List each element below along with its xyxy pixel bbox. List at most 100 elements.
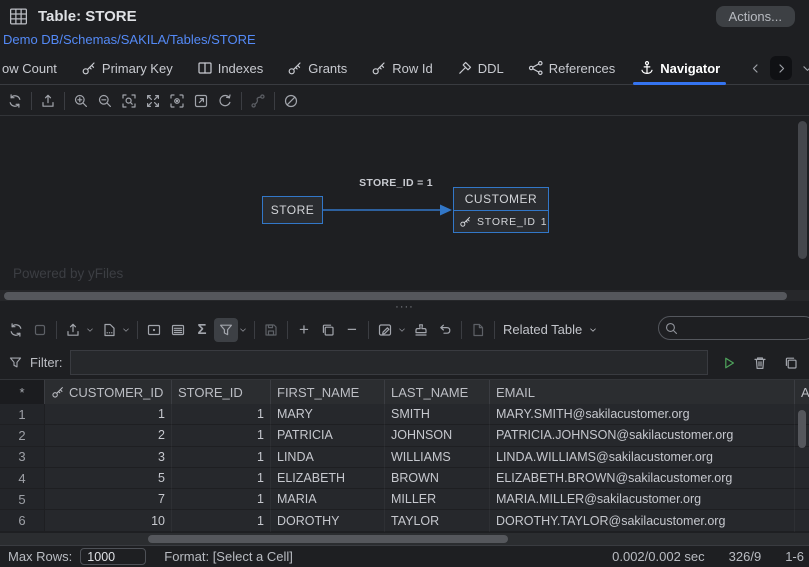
tab-primary-key[interactable]: Primary Key: [81, 52, 173, 84]
cell-first-name[interactable]: MARY: [271, 404, 385, 426]
tab-indexes[interactable]: Indexes: [197, 52, 263, 84]
cell-overflow[interactable]: [795, 510, 809, 532]
table-row[interactable]: 1 1 1 MARY SMITH MARY.SMITH@sakilacustom…: [0, 404, 809, 426]
actions-button[interactable]: Actions...: [715, 6, 795, 27]
table-row[interactable]: 4 5 1 ELIZABETH BROWN ELIZABETH.BROWN@sa…: [0, 467, 809, 490]
original-size-button[interactable]: [165, 89, 189, 113]
data-formats-button[interactable]: [97, 318, 121, 342]
table-row[interactable]: 3 3 1 LINDA WILLIAMS LINDA.WILLIAMS@saki…: [0, 446, 809, 468]
zoom-to-selection-button[interactable]: [117, 89, 141, 113]
apply-changes-button[interactable]: [409, 318, 433, 342]
diagram-horizontal-scrollbar[interactable]: [0, 290, 809, 301]
tab-ddl[interactable]: DDL: [457, 52, 504, 84]
cell-first-name[interactable]: PATRICIA: [271, 425, 385, 447]
cell-store-id[interactable]: 1: [172, 510, 271, 532]
breadcrumb[interactable]: Demo DB/Schemas/SAKILA/Tables/STORE: [0, 28, 809, 47]
row-number[interactable]: 6: [0, 510, 45, 532]
zoom-in-button[interactable]: [69, 89, 93, 113]
row-number[interactable]: 4: [0, 467, 45, 490]
cell-customer-id[interactable]: 5: [45, 467, 172, 490]
column-header-first-name[interactable]: FIRST_NAME: [271, 380, 385, 404]
record-mode-button[interactable]: [166, 318, 190, 342]
save-data-button[interactable]: [259, 318, 283, 342]
fit-to-window-button[interactable]: [141, 89, 165, 113]
edit-dropdown-chevron[interactable]: [397, 318, 407, 342]
grid-horizontal-scrollbar[interactable]: [0, 533, 809, 545]
cell-last-name[interactable]: TAYLOR: [385, 510, 490, 532]
navigator-diagram-canvas[interactable]: STORE_ID = 1 STORE CUSTOMER STORE_ID 1 P…: [0, 116, 809, 290]
cell-customer-id[interactable]: 10: [45, 510, 172, 532]
column-header-email[interactable]: EMAIL: [490, 380, 795, 404]
results-search-input[interactable]: [658, 316, 809, 340]
cell-customer-id[interactable]: 1: [45, 404, 172, 426]
table-row[interactable]: 5 7 1 MARIA MILLER MARIA.MILLER@sakilacu…: [0, 489, 809, 511]
row-number[interactable]: 2: [0, 425, 45, 447]
diagram-node-customer[interactable]: CUSTOMER STORE_ID 1: [453, 187, 549, 233]
cell-email[interactable]: MARIA.MILLER@sakilacustomer.org: [490, 489, 795, 511]
cell-email[interactable]: LINDA.WILLIAMS@sakilacustomer.org: [490, 446, 795, 468]
cancel-execution-button[interactable]: [28, 318, 52, 342]
export-dropdown-chevron[interactable]: [85, 318, 95, 342]
cell-store-id[interactable]: 1: [172, 467, 271, 490]
open-in-viewer-button[interactable]: [189, 89, 213, 113]
results-refresh-button[interactable]: [4, 318, 28, 342]
cell-overflow[interactable]: [795, 446, 809, 468]
panel-splitter[interactable]: ····: [0, 301, 809, 313]
column-header-last-name[interactable]: LAST_NAME: [385, 380, 490, 404]
cell-store-id[interactable]: 1: [172, 489, 271, 511]
cell-last-name[interactable]: MILLER: [385, 489, 490, 511]
cell-first-name[interactable]: DOROTHY: [271, 510, 385, 532]
cell-first-name[interactable]: ELIZABETH: [271, 467, 385, 490]
cell-last-name[interactable]: SMITH: [385, 404, 490, 426]
export-data-button[interactable]: [61, 318, 85, 342]
tabs-scroll-right-button[interactable]: [770, 56, 793, 80]
cell-overflow[interactable]: [795, 489, 809, 511]
reset-view-button[interactable]: [213, 89, 237, 113]
cell-email[interactable]: MARY.SMITH@sakilacustomer.org: [490, 404, 795, 426]
clear-filter-button[interactable]: [748, 351, 772, 375]
tabs-overflow-menu-button[interactable]: [796, 56, 809, 80]
cell-last-name[interactable]: BROWN: [385, 467, 490, 490]
filter-input[interactable]: [69, 350, 708, 375]
scrollbar-thumb[interactable]: [148, 535, 508, 543]
grid-vertical-scrollbar[interactable]: [798, 410, 806, 448]
cell-overflow[interactable]: [795, 467, 809, 490]
generate-script-button[interactable]: [466, 318, 490, 342]
column-header-store-id[interactable]: STORE_ID: [172, 380, 271, 404]
delete-row-button[interactable]: −: [340, 318, 364, 342]
tab-row-id[interactable]: Row Id: [371, 52, 433, 84]
edge-routing-button[interactable]: [246, 89, 270, 113]
tab-grants[interactable]: Grants: [287, 52, 347, 84]
tabs-scroll-left-button[interactable]: [744, 56, 766, 80]
corner-header-cell[interactable]: *: [0, 380, 45, 404]
filters-button[interactable]: [214, 317, 238, 342]
cell-store-id[interactable]: 1: [172, 425, 271, 447]
save-filter-button[interactable]: [779, 351, 803, 375]
cell-email[interactable]: ELIZABETH.BROWN@sakilacustomer.org: [490, 467, 795, 490]
cell-last-name[interactable]: JOHNSON: [385, 425, 490, 447]
related-table-dropdown[interactable]: Related Table: [499, 322, 602, 337]
table-row[interactable]: 2 2 1 PATRICIA JOHNSON PATRICIA.JOHNSON@…: [0, 425, 809, 447]
row-number[interactable]: 3: [0, 446, 45, 468]
revert-changes-button[interactable]: [433, 318, 457, 342]
tab-navigator[interactable]: Navigator: [633, 52, 727, 85]
row-number[interactable]: 5: [0, 489, 45, 511]
add-row-button[interactable]: +: [292, 318, 316, 342]
cell-store-id[interactable]: 1: [172, 404, 271, 426]
cell-store-id[interactable]: 1: [172, 446, 271, 468]
diagram-export-button[interactable]: [36, 89, 60, 113]
cell-customer-id[interactable]: 3: [45, 446, 172, 468]
row-number[interactable]: 1: [0, 404, 45, 426]
cell-last-name[interactable]: WILLIAMS: [385, 446, 490, 468]
filters-dropdown-chevron[interactable]: [238, 318, 248, 342]
cell-customer-id[interactable]: 7: [45, 489, 172, 511]
formats-dropdown-chevron[interactable]: [121, 318, 131, 342]
navigation-mode-button[interactable]: [279, 89, 303, 113]
value-view-button[interactable]: [142, 318, 166, 342]
tab-row-count[interactable]: ow Count: [2, 52, 57, 84]
cell-email[interactable]: PATRICIA.JOHNSON@sakilacustomer.org: [490, 425, 795, 447]
tab-references[interactable]: References: [528, 52, 615, 84]
calc-panel-button[interactable]: Σ: [190, 318, 214, 342]
diagram-vertical-scrollbar[interactable]: [798, 121, 807, 259]
cell-first-name[interactable]: LINDA: [271, 446, 385, 468]
